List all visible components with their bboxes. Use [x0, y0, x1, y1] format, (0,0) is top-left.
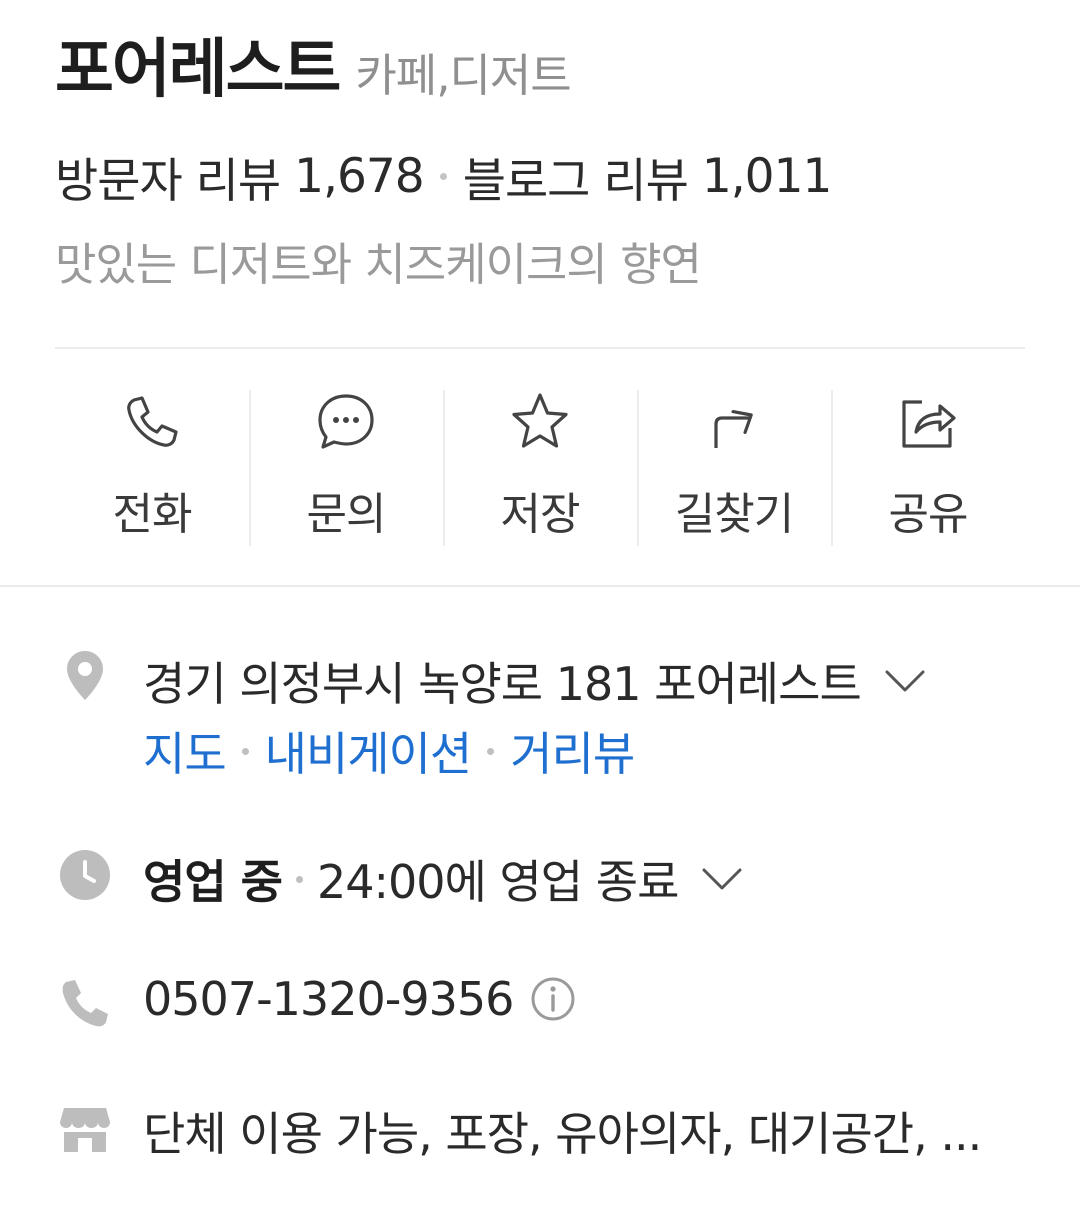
map-link[interactable]: 지도 — [143, 718, 227, 784]
chevron-down-icon[interactable] — [883, 666, 927, 696]
directions-button[interactable]: 길찾기 — [637, 390, 831, 546]
directions-arrow-icon — [714, 410, 753, 448]
phone-row[interactable]: 0507-1320-9356 — [143, 972, 577, 1026]
dot-separator — [487, 747, 495, 755]
phone-icon — [127, 396, 178, 447]
address-row[interactable]: 경기 의정부시 녹양로 181 포어레스트 — [143, 648, 927, 714]
address-text: 경기 의정부시 녹양로 181 포어레스트 — [143, 657, 862, 711]
place-detail-page: 포어레스트 카페,디저트 방문자 리뷰 1,678 블로그 리뷰 1,011 맛… — [0, 0, 1080, 1213]
clock-icon — [60, 850, 110, 900]
location-pin-icon — [67, 651, 103, 700]
inquiry-button[interactable]: 문의 — [249, 390, 443, 546]
divider — [55, 347, 1025, 349]
store-icon — [60, 1108, 110, 1152]
save-label: 저장 — [500, 489, 581, 540]
amenities-text: 단체 이용 가능, 포장, 유아의자, 대기공간, ... — [143, 1107, 982, 1161]
blog-review-count[interactable]: 1,011 — [702, 149, 833, 204]
dot-separator — [295, 875, 303, 883]
share-icon — [902, 400, 956, 448]
call-label: 전화 — [112, 489, 193, 540]
divider — [0, 585, 1080, 587]
info-icon[interactable] — [529, 975, 577, 1023]
call-button[interactable]: 전화 — [55, 390, 249, 546]
blog-review-label[interactable]: 블로그 리뷰 — [463, 142, 689, 211]
dot-separator — [241, 747, 249, 755]
phone-icon — [62, 980, 108, 1027]
save-button[interactable]: 저장 — [443, 390, 637, 546]
review-summary: 방문자 리뷰 1,678 블로그 리뷰 1,011 — [55, 142, 833, 211]
amenities-row[interactable]: 단체 이용 가능, 포장, 유아의자, 대기공간, ... — [143, 1098, 982, 1164]
dot-separator — [439, 173, 447, 180]
inquiry-label: 문의 — [306, 489, 387, 540]
navigation-link[interactable]: 내비게이션 — [265, 718, 473, 784]
visitor-review-count[interactable]: 1,678 — [294, 149, 425, 204]
place-category: 카페,디저트 — [355, 49, 571, 102]
place-description: 맛있는 디저트와 치즈케이크의 향연 — [55, 238, 702, 291]
street-view-link[interactable]: 거리뷰 — [510, 718, 635, 784]
star-icon — [512, 393, 568, 448]
title-row: 포어레스트 카페,디저트 — [55, 18, 572, 110]
chat-bubble-icon — [318, 394, 374, 449]
directions-label: 길찾기 — [674, 489, 794, 540]
address-links: 지도 내비게이션 거리뷰 — [143, 718, 635, 784]
place-name: 포어레스트 — [55, 33, 341, 107]
phone-number[interactable]: 0507-1320-9356 — [143, 972, 514, 1026]
chevron-down-icon[interactable] — [700, 864, 744, 894]
share-label: 공유 — [888, 489, 969, 540]
hours-detail: 24:00에 영업 종료 — [316, 855, 679, 909]
share-button[interactable]: 공유 — [831, 390, 1025, 546]
action-bar: 전화 문의 저장 길찾기 공유 — [55, 390, 1025, 546]
visitor-review-label[interactable]: 방문자 리뷰 — [55, 142, 281, 211]
hours-row[interactable]: 영업 중 24:00에 영업 종료 — [143, 846, 744, 912]
hours-status: 영업 중 — [143, 855, 283, 909]
